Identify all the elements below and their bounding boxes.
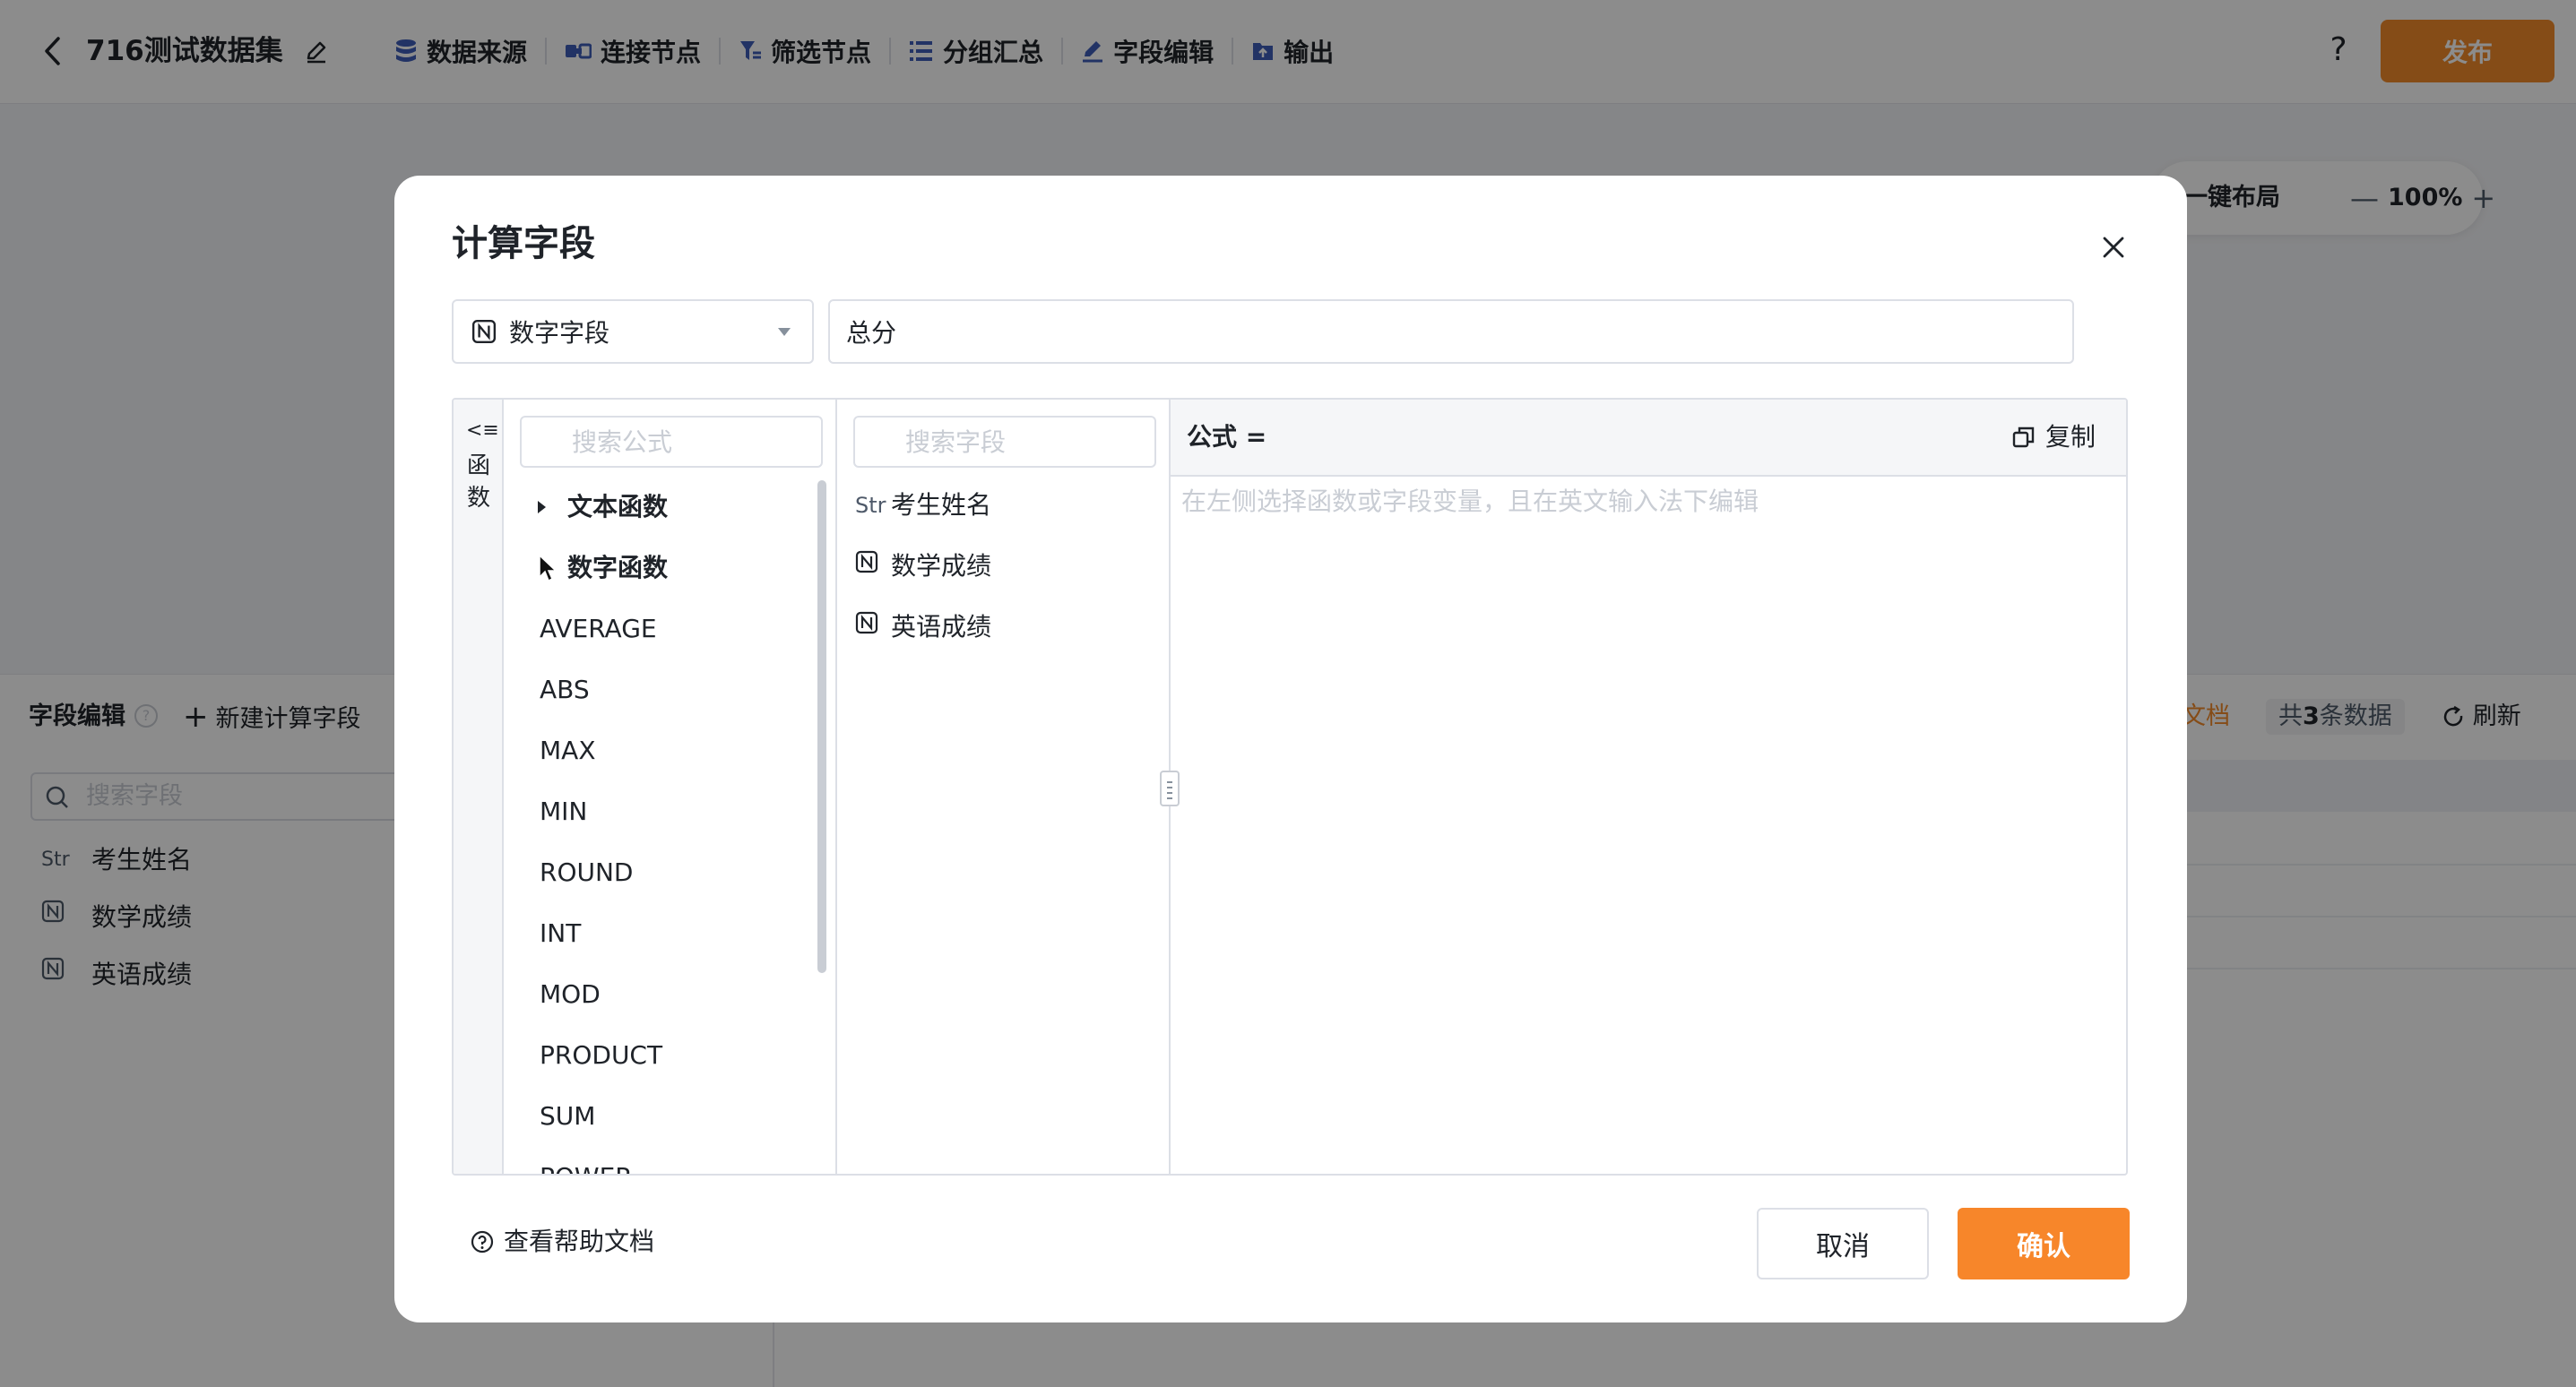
category-label: 数字函数 <box>567 553 669 582</box>
calc-field-dialog: 计算字段 数字字段 <≡ 函数 文本函数 数字函数 AVERAGE ABS MA… <box>394 176 2187 1322</box>
field-name: 数学成绩 <box>891 551 992 581</box>
mouse-cursor-icon <box>539 554 558 582</box>
copy-label: 复制 <box>2045 422 2096 452</box>
confirm-button[interactable]: 确认 <box>1958 1208 2130 1279</box>
function-item[interactable]: PRODUCT <box>540 1038 662 1073</box>
copy-button[interactable]: 复制 <box>2011 419 2096 455</box>
formula-label: 公式 = <box>1187 422 1267 452</box>
function-item[interactable]: AVERAGE <box>540 611 657 647</box>
formula-editor: <≡ 函数 文本函数 数字函数 AVERAGE ABS MAX MIN ROUN… <box>452 398 2128 1176</box>
help-link-label: 查看帮助文档 <box>504 1227 655 1256</box>
close-icon[interactable] <box>2092 226 2135 269</box>
function-item[interactable]: INT <box>540 916 581 952</box>
field-type-select[interactable]: 数字字段 <box>452 299 814 364</box>
number-type-icon <box>855 609 882 645</box>
formula-panel: 公式 = 复制 在左侧选择函数或字段变量，且在英文输入法下编辑 <box>1171 400 2126 1174</box>
category-label: 文本函数 <box>567 492 669 521</box>
collapse-icon: <≡ <box>466 419 499 442</box>
resize-handle[interactable] <box>1160 771 1180 806</box>
formula-input[interactable]: 在左侧选择函数或字段变量，且在英文输入法下编辑 <box>1181 484 1759 520</box>
field-item[interactable]: 英语成绩 <box>855 609 991 645</box>
chevron-down-icon <box>778 328 791 336</box>
formula-header: 公式 = 复制 <box>1171 400 2126 477</box>
function-item[interactable]: ROUND <box>540 855 634 891</box>
function-list-panel: 文本函数 数字函数 AVERAGE ABS MAX MIN ROUND INT … <box>504 400 837 1174</box>
function-toggle-label: 函数 <box>466 452 490 512</box>
dialog-title: 计算字段 <box>452 223 595 264</box>
category-text-functions[interactable]: 文本函数 <box>538 489 668 525</box>
function-item[interactable]: POWER <box>540 1159 633 1174</box>
number-type-icon <box>471 319 497 344</box>
field-name: 英语成绩 <box>891 612 992 642</box>
field-search-input[interactable] <box>853 416 1156 468</box>
selected-type: 数字字段 <box>509 318 610 348</box>
copy-icon <box>2012 426 2035 448</box>
field-name: 考生姓名 <box>891 490 992 520</box>
function-search-input[interactable] <box>520 416 823 468</box>
caret-right-icon <box>538 501 546 513</box>
cancel-button[interactable]: 取消 <box>1757 1208 1929 1279</box>
function-item[interactable]: MAX <box>540 733 596 769</box>
function-item[interactable]: MIN <box>540 794 587 830</box>
field-name-input[interactable] <box>828 299 2074 364</box>
field-item[interactable]: Str 考生姓名 <box>855 487 991 523</box>
function-item[interactable]: MOD <box>540 977 601 1012</box>
view-help-doc-link[interactable]: 查看帮助文档 <box>470 1224 654 1260</box>
function-panel-toggle[interactable]: <≡ 函数 <box>454 400 504 1174</box>
string-type-icon: Str <box>855 493 886 518</box>
help-circle-icon <box>471 1230 494 1253</box>
function-item[interactable]: ABS <box>540 672 590 708</box>
number-type-icon <box>855 548 882 584</box>
field-item[interactable]: 数学成绩 <box>855 548 991 584</box>
field-list-panel: Str 考生姓名 数学成绩 英语成绩 <box>837 400 1171 1174</box>
function-list-scrollbar[interactable] <box>817 480 826 973</box>
function-item[interactable]: SUM <box>540 1098 595 1134</box>
